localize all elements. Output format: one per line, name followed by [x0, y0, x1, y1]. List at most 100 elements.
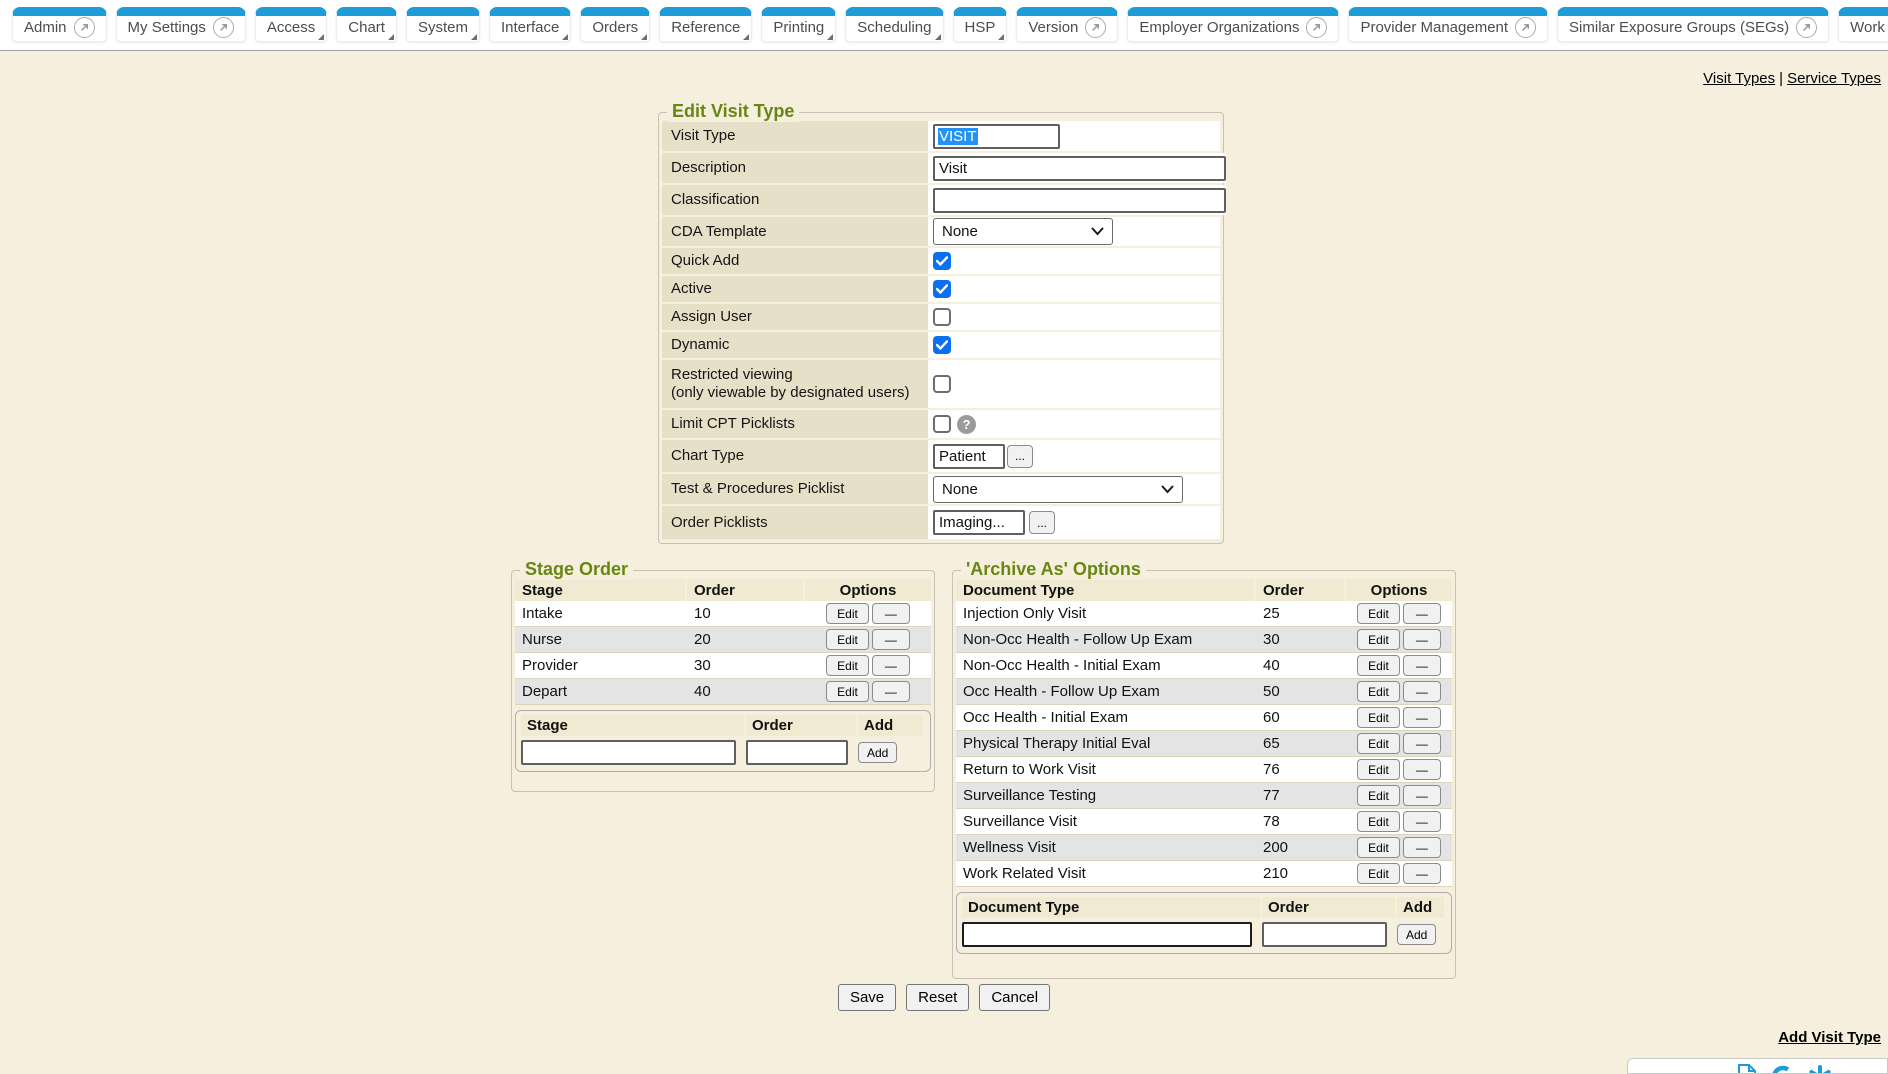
archive-add-order-input[interactable] [1262, 922, 1387, 947]
nav-tab[interactable]: Work Locations [1838, 7, 1888, 42]
stage-add-order-input[interactable] [746, 740, 848, 765]
edit-archive-button[interactable]: Edit [1357, 707, 1400, 728]
save-button[interactable]: Save [838, 984, 896, 1011]
edit-archive-button[interactable]: Edit [1357, 759, 1400, 780]
nav-tab-label: HSP [965, 19, 996, 36]
visit-types-link[interactable]: Visit Types [1703, 70, 1775, 87]
quick-add-checkbox[interactable] [933, 252, 951, 270]
edit-archive-button[interactable]: Edit [1357, 837, 1400, 858]
stage-add-stage-input[interactable] [521, 740, 736, 765]
dynamic-label: Dynamic [662, 332, 928, 358]
archive-add-doctype-input[interactable] [962, 922, 1252, 947]
help-icon[interactable]: ? [957, 415, 976, 434]
chart-type-row: Chart Type ... [662, 440, 1220, 472]
remove-stage-button[interactable]: — [872, 681, 910, 702]
remove-archive-button[interactable]: — [1403, 863, 1441, 884]
archive-option-row: Injection Only Visit 25 Edit — [956, 601, 1452, 627]
nav-tab[interactable]: Printing [761, 7, 836, 42]
edit-archive-button[interactable]: Edit [1357, 733, 1400, 754]
remove-stage-button[interactable]: — [872, 603, 910, 624]
remove-archive-button[interactable]: — [1403, 655, 1441, 676]
chart-type-browse-button[interactable]: ... [1007, 445, 1033, 468]
remove-archive-button[interactable]: — [1403, 707, 1441, 728]
nav-tab-label: Interface [501, 19, 559, 36]
edit-stage-button[interactable]: Edit [826, 603, 869, 624]
classification-input[interactable] [933, 188, 1226, 213]
edit-stage-button[interactable]: Edit [826, 629, 869, 650]
remove-archive-button[interactable]: — [1403, 811, 1441, 832]
limit-cpt-checkbox[interactable] [933, 415, 951, 433]
edit-archive-button[interactable]: Edit [1357, 681, 1400, 702]
remove-archive-button[interactable]: — [1403, 603, 1441, 624]
nav-tab[interactable]: Version [1016, 7, 1118, 42]
remove-archive-button[interactable]: — [1403, 681, 1441, 702]
nav-tab[interactable]: Employer Organizations [1127, 7, 1339, 42]
document-icon[interactable] [1736, 1063, 1758, 1074]
add-visit-type-link[interactable]: Add Visit Type [1778, 1029, 1881, 1046]
archive-option-row: Physical Therapy Initial Eval 65 Edit — [956, 731, 1452, 757]
edit-stage-button[interactable]: Edit [826, 681, 869, 702]
document-type-cell: Occ Health - Initial Exam [956, 709, 1256, 726]
remove-stage-button[interactable]: — [872, 655, 910, 676]
service-types-link[interactable]: Service Types [1787, 70, 1881, 87]
remove-archive-button[interactable]: — [1403, 733, 1441, 754]
order-cell: 77 [1256, 787, 1346, 804]
dynamic-checkbox[interactable] [933, 336, 951, 354]
nav-tab[interactable]: Provider Management [1348, 7, 1548, 42]
remove-archive-button[interactable]: — [1403, 629, 1441, 650]
nav-tab[interactable]: HSP [953, 7, 1008, 42]
stage-add-header-stage: Stage [521, 715, 746, 736]
archive-add-button[interactable]: Add [1397, 924, 1436, 945]
reset-button[interactable]: Reset [906, 984, 969, 1011]
nav-tab-label: Scheduling [857, 19, 931, 36]
chart-type-input[interactable] [933, 444, 1005, 469]
edit-archive-button[interactable]: Edit [1357, 629, 1400, 650]
remove-stage-button[interactable]: — [872, 629, 910, 650]
visit-type-input[interactable]: VISIT [933, 124, 1060, 149]
edit-stage-button[interactable]: Edit [826, 655, 869, 676]
order-picklists-browse-button[interactable]: ... [1029, 511, 1055, 534]
cancel-button[interactable]: Cancel [979, 984, 1050, 1011]
nav-tab[interactable]: Admin [12, 7, 107, 42]
test-procedures-select[interactable]: None [933, 476, 1183, 503]
restricted-viewing-checkbox[interactable] [933, 375, 951, 393]
archive-option-row: Occ Health - Follow Up Exam 50 Edit — [956, 679, 1452, 705]
stage-order-table: Intake 10 Edit — Nurse 20 Edit — Provide… [515, 601, 931, 705]
order-cell: 30 [1256, 631, 1346, 648]
nav-tab[interactable]: System [406, 7, 480, 42]
archive-option-row: Non-Occ Health - Follow Up Exam 30 Edit … [956, 627, 1452, 653]
nav-tab[interactable]: Chart [336, 7, 397, 42]
nav-tab[interactable]: My Settings [116, 7, 246, 42]
open-in-new-window-icon [1085, 17, 1106, 38]
edit-archive-button[interactable]: Edit [1357, 603, 1400, 624]
cda-template-value: None [942, 223, 978, 240]
asterisk-icon[interactable] [1808, 1063, 1832, 1074]
stage-add-button[interactable]: Add [858, 742, 897, 763]
document-type-cell: Wellness Visit [956, 839, 1256, 856]
remove-archive-button[interactable]: — [1403, 759, 1441, 780]
stage-cell: Provider [515, 657, 687, 674]
edit-archive-button[interactable]: Edit [1357, 863, 1400, 884]
edit-archive-button[interactable]: Edit [1357, 811, 1400, 832]
remove-archive-button[interactable]: — [1403, 837, 1441, 858]
nav-tab[interactable]: Scheduling [845, 7, 943, 42]
assign-user-row: Assign User [662, 304, 1220, 330]
edit-archive-button[interactable]: Edit [1357, 785, 1400, 806]
nav-tab[interactable]: Orders [580, 7, 650, 42]
cda-template-select[interactable]: None [933, 218, 1113, 245]
remove-archive-button[interactable]: — [1403, 785, 1441, 806]
order-picklists-input[interactable] [933, 510, 1025, 535]
test-procedures-value: None [942, 481, 978, 498]
sync-icon[interactable] [1770, 1063, 1796, 1074]
description-input[interactable] [933, 156, 1226, 181]
assign-user-checkbox[interactable] [933, 308, 951, 326]
nav-tab[interactable]: Interface [489, 7, 571, 42]
document-type-cell: Return to Work Visit [956, 761, 1256, 778]
cda-template-label: CDA Template [662, 217, 928, 246]
nav-tab[interactable]: Similar Exposure Groups (SEGs) [1557, 7, 1829, 42]
order-cell: 76 [1256, 761, 1346, 778]
nav-tab[interactable]: Reference [659, 7, 752, 42]
active-checkbox[interactable] [933, 280, 951, 298]
nav-tab[interactable]: Access [255, 7, 327, 42]
edit-archive-button[interactable]: Edit [1357, 655, 1400, 676]
